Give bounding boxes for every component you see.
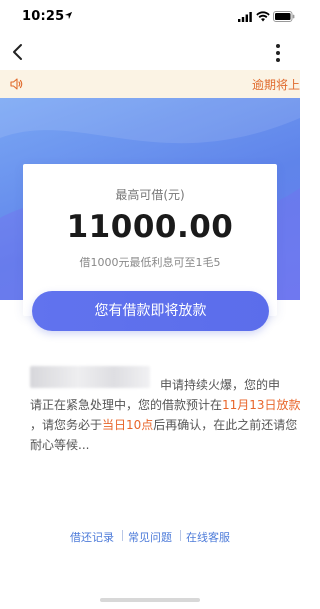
interest-note: 借1000元最低利息可至1毛5 (79, 256, 221, 269)
footer-link-faq[interactable]: 常见问题 (128, 529, 172, 545)
loan-status-button[interactable]: 您有借款即将放款 (32, 291, 269, 331)
blurred-text (30, 366, 150, 388)
battery-icon (273, 11, 295, 22)
notice-text: 逾期将上报百行 (252, 78, 300, 92)
message-line-4: 耐心等候... (30, 438, 90, 452)
wifi-icon (256, 11, 270, 22)
footer-link-online-service[interactable]: 在线客服 (186, 529, 230, 545)
footer-divider (122, 530, 123, 541)
location-arrow-icon (64, 11, 73, 20)
signal-icon (238, 12, 252, 22)
home-indicator (100, 598, 200, 602)
message-line-3: ，请您务必于当日10点后再确认，在此之前还请您 (30, 418, 298, 432)
footer-links: 借还记录 常见问题 在线客服 (0, 529, 300, 545)
footer-link-borrow-records[interactable]: 借还记录 (70, 529, 114, 545)
back-chevron-icon[interactable] (8, 42, 28, 62)
message-line-1: 申请持续火爆，您的申 (160, 378, 281, 392)
more-vertical-icon[interactable] (270, 42, 286, 64)
status-bar: 10:25 (0, 0, 300, 34)
credit-limit-amount: 11000.00 (66, 209, 234, 245)
speaker-icon (10, 78, 23, 90)
footer-divider (180, 530, 181, 541)
notice-bar[interactable]: 逾期将上报百行 (0, 70, 300, 98)
status-time: 10:25 (22, 9, 65, 24)
credit-limit-label: 最高可借(元) (115, 188, 185, 202)
disbursement-date: 11月13日放款 (222, 398, 301, 412)
nav-bar (0, 34, 300, 70)
confirm-time: 当日10点 (102, 418, 154, 432)
message-line-2: 请正在紧急处理中，您的借款预计在11月13日放款 (30, 398, 301, 412)
